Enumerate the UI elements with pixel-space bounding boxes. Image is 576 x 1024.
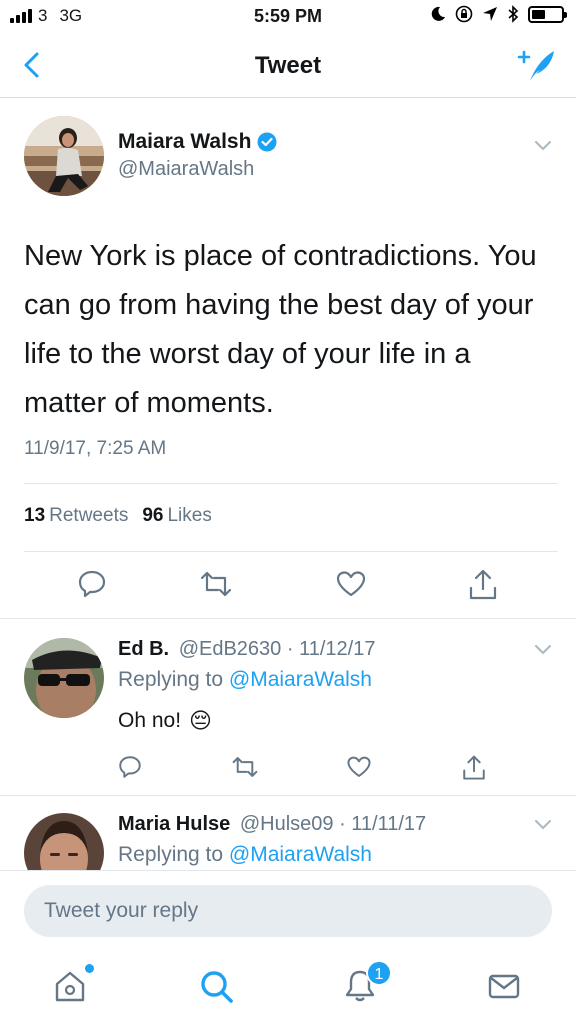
- reply-input[interactable]: [24, 885, 552, 937]
- retweet-icon[interactable]: [198, 568, 234, 600]
- battery-icon: [528, 5, 567, 23]
- retweets-label: Retweets: [49, 505, 129, 526]
- retweets-stat[interactable]: 13 Retweets: [24, 505, 128, 527]
- notifications-badge: 1: [366, 960, 392, 986]
- reply-composer: [0, 870, 576, 956]
- engagement-stats: 13 Retweets 96 Likes: [24, 505, 212, 527]
- verified-badge-icon: [257, 132, 277, 152]
- reply-header: Maria Hulse @Hulse09 · 11/11/17: [118, 813, 426, 836]
- avatar[interactable]: [24, 813, 104, 870]
- compose-tweet-icon[interactable]: [516, 48, 556, 84]
- chevron-down-icon[interactable]: [534, 819, 552, 831]
- share-icon[interactable]: [461, 754, 487, 782]
- replying-prefix: Replying to: [118, 843, 224, 866]
- reply-author-handle[interactable]: @EdB2630: [179, 638, 282, 660]
- replying-to-link[interactable]: @MaiaraWalsh: [229, 843, 372, 866]
- heart-icon[interactable]: [335, 568, 367, 600]
- reply-tweet[interactable]: Maria Hulse @Hulse09 · 11/11/17 Replying…: [0, 795, 576, 870]
- tab-messages[interactable]: [486, 968, 526, 1008]
- replying-prefix: Replying to: [118, 668, 224, 691]
- home-icon: [55, 971, 85, 1002]
- reply-author-name[interactable]: Ed B.: [118, 638, 169, 660]
- author-handle[interactable]: @MaiaraWalsh: [118, 158, 254, 181]
- author-name-text: Maiara Walsh: [118, 130, 252, 153]
- share-icon[interactable]: [467, 568, 499, 602]
- tab-home[interactable]: [52, 964, 94, 1008]
- location-arrow-icon: [483, 7, 497, 21]
- replying-to: Replying to @MaiaraWalsh: [118, 843, 372, 867]
- tab-search[interactable]: [198, 968, 238, 1008]
- moon-icon: [431, 6, 445, 21]
- profile-photo: [24, 813, 104, 870]
- tweet-text: New York is place of contradictions. You…: [24, 240, 537, 419]
- reply-text: Oh no! 😔: [118, 708, 212, 734]
- replying-to: Replying to @MaiaraWalsh: [118, 668, 372, 692]
- separator-dot: ·: [333, 813, 352, 835]
- separator-dot: ·: [281, 638, 300, 660]
- reply-icon[interactable]: [117, 754, 143, 780]
- likes-count: 96: [142, 505, 164, 526]
- avatar[interactable]: [24, 116, 104, 196]
- heart-icon[interactable]: [346, 754, 372, 780]
- envelope-icon: [488, 974, 520, 999]
- replying-to-link[interactable]: @MaiaraWalsh: [229, 668, 372, 691]
- search-icon: [201, 971, 233, 1003]
- page-title: Tweet: [254, 52, 322, 79]
- battery-level: [532, 9, 545, 19]
- reply-author-handle[interactable]: @Hulse09: [240, 813, 334, 835]
- orientation-lock-icon: [455, 5, 473, 23]
- author-name[interactable]: Maiara Walsh: [118, 130, 277, 154]
- profile-photo: [24, 638, 104, 718]
- reply-text-content: Oh no!: [118, 709, 182, 732]
- status-bar: 3 3G 5:59 PM: [0, 0, 576, 34]
- likes-label: Likes: [167, 505, 212, 526]
- likes-stat[interactable]: 96 Likes: [142, 505, 212, 527]
- reply-icon[interactable]: [76, 568, 108, 600]
- reply-date: 11/12/17: [299, 638, 376, 660]
- avatar[interactable]: [24, 638, 104, 718]
- retweets-count: 13: [24, 505, 46, 526]
- divider: [24, 483, 558, 484]
- bluetooth-icon: [508, 5, 519, 23]
- new-content-dot: [85, 964, 94, 973]
- navigation-bar: Tweet: [0, 34, 576, 98]
- retweet-icon[interactable]: [230, 754, 260, 780]
- tweet-timestamp: 11/9/17, 7:25 AM: [24, 438, 167, 459]
- chevron-down-icon[interactable]: [534, 644, 552, 656]
- chevron-down-icon[interactable]: [534, 140, 552, 152]
- divider: [0, 618, 576, 619]
- reply-author-name[interactable]: Maria Hulse: [118, 813, 230, 835]
- divider: [24, 551, 558, 552]
- tab-bar: 1: [0, 956, 576, 1024]
- tab-notifications[interactable]: 1: [342, 960, 392, 1008]
- profile-photo: [24, 116, 104, 196]
- reply-date: 11/11/17: [351, 813, 427, 835]
- status-icons: [430, 5, 567, 23]
- reply-header: Ed B. @EdB2630 · 11/12/17: [118, 638, 375, 661]
- pensive-face-emoji: 😔: [189, 708, 212, 733]
